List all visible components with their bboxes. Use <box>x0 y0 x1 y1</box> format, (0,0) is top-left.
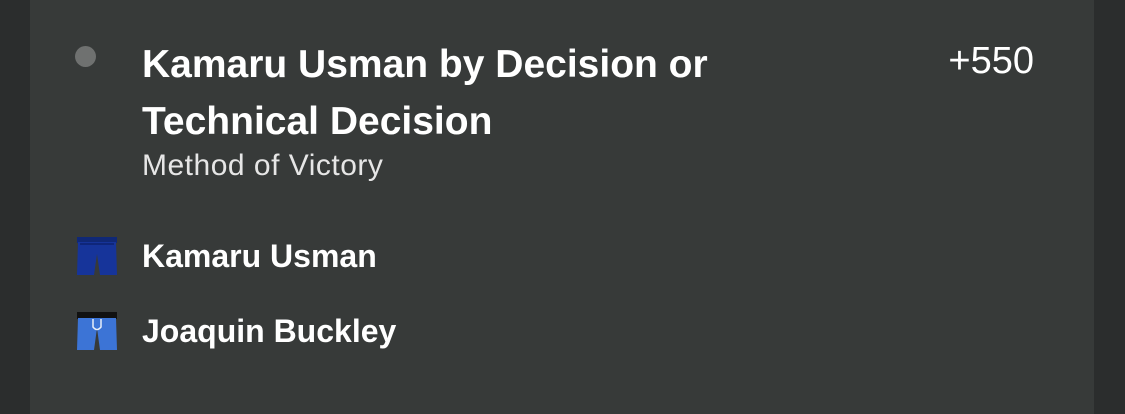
light-blue-trunks-icon <box>77 312 117 350</box>
fighter-name: Joaquin Buckley <box>142 313 397 349</box>
fighter-name: Kamaru Usman <box>142 238 377 274</box>
odds-value: +550 <box>948 40 1034 82</box>
fighter-row-kamaru-usman: Kamaru Usman <box>76 236 377 276</box>
fighter-row-joaquin-buckley: Joaquin Buckley <box>76 311 396 351</box>
market-name: Method of Victory <box>142 149 384 182</box>
app-screen: Kamaru Usman by Decision or Technical De… <box>0 0 1125 414</box>
selection-title: Kamaru Usman by Decision or Technical De… <box>142 43 708 143</box>
selection-status-dot <box>75 46 96 67</box>
bet-selection-card[interactable]: Kamaru Usman by Decision or Technical De… <box>30 0 1094 414</box>
dark-blue-trunks-icon <box>77 237 117 275</box>
